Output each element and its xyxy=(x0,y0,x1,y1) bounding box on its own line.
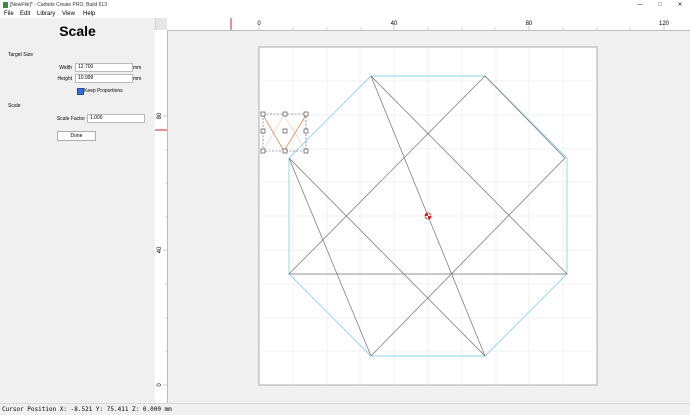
left-ruler: 80 40 0 xyxy=(155,30,168,403)
origin-marker-icon xyxy=(424,212,432,220)
title-bar: [NewFile]* - Carbide Create PRO, Build 6… xyxy=(0,0,690,10)
ruler-label-0v: 0 xyxy=(157,383,163,387)
done-button[interactable]: Done xyxy=(57,131,96,141)
scale-factor-label: Scale Factor xyxy=(56,116,85,122)
ruler-label-40: 40 xyxy=(391,21,398,27)
top-ruler: 0 40 80 120 xyxy=(167,18,690,31)
close-button[interactable]: ✕ xyxy=(673,0,687,10)
width-label: Width xyxy=(59,65,72,71)
scale-panel: Scale Target Size Width 12.700 mm Height… xyxy=(0,18,155,403)
menu-file[interactable]: File xyxy=(4,10,14,18)
panel-title: Scale xyxy=(59,23,96,39)
width-unit: mm xyxy=(133,65,142,71)
scale-factor-input[interactable]: 1.000 xyxy=(87,114,145,123)
ruler-label-80: 80 xyxy=(526,21,533,27)
ruler-label-120: 120 xyxy=(659,21,670,27)
width-input[interactable]: 12.700 xyxy=(75,63,133,72)
window-title: [NewFile]* - Carbide Create PRO, Build 6… xyxy=(10,2,107,8)
menu-bar: File Edit Library View Help xyxy=(0,10,690,18)
menu-help[interactable]: Help xyxy=(83,10,95,18)
minimize-button[interactable]: — xyxy=(633,0,647,10)
top-ruler-graphic: 0 40 80 120 xyxy=(230,18,670,30)
keep-proportions-checkbox[interactable] xyxy=(77,88,84,95)
ruler-label-0: 0 xyxy=(257,21,261,27)
height-input[interactable]: 10.999 xyxy=(75,74,133,83)
keep-proportions-label: Keep Proportions xyxy=(84,88,123,94)
canvas-graphic[interactable] xyxy=(168,31,690,403)
height-unit: mm xyxy=(133,76,142,82)
height-label: Height xyxy=(57,76,72,82)
left-ruler-graphic: 80 40 0 xyxy=(155,112,167,387)
status-bar: Cursor Position X: -8.521 Y: 75.411 Z: 0… xyxy=(0,403,690,415)
menu-view[interactable]: View xyxy=(62,10,75,18)
menu-edit[interactable]: Edit xyxy=(20,10,30,18)
carbide-create-app-icon xyxy=(3,2,8,8)
ruler-label-40v: 40 xyxy=(157,246,163,253)
scale-heading: Scale xyxy=(8,103,21,109)
cursor-position-readout: Cursor Position X: -8.521 Y: 75.411 Z: 0… xyxy=(2,406,172,413)
menu-library[interactable]: Library xyxy=(37,10,55,18)
target-size-heading: Target Size xyxy=(8,52,34,58)
maximize-button[interactable]: □ xyxy=(653,0,667,10)
design-canvas[interactable] xyxy=(168,31,690,403)
ruler-label-80v: 80 xyxy=(157,112,163,119)
